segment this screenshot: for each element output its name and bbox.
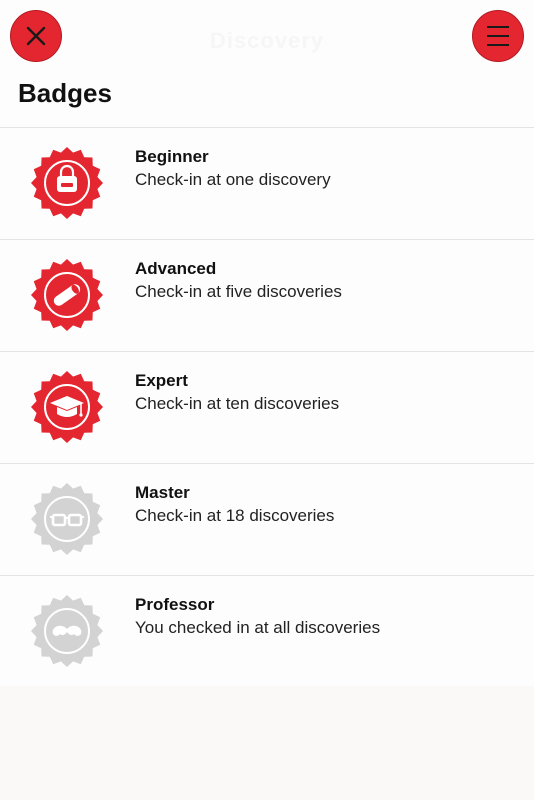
badge-description: Check-in at ten discoveries xyxy=(135,394,340,413)
graduation-cap-icon xyxy=(31,371,103,443)
badge-title: Advanced xyxy=(135,259,217,278)
hamburger-menu-icon xyxy=(487,26,509,46)
glasses-icon xyxy=(31,483,103,555)
badge-row-expert[interactable]: Expert Check-in at ten discoveries xyxy=(0,351,534,463)
badge-list: Beginner Check-in at one discovery Advan… xyxy=(0,127,534,687)
backpack-icon xyxy=(31,147,103,219)
badge-title: Beginner xyxy=(135,147,209,166)
badge-description: Check-in at one discovery xyxy=(135,170,331,189)
badge-description: You checked in at all discoveries xyxy=(135,618,381,637)
badge-title: Master xyxy=(135,483,190,502)
badge-description: Check-in at 18 discoveries xyxy=(135,506,335,525)
badge-seal xyxy=(30,146,104,220)
badge-description: Check-in at five discoveries xyxy=(135,282,342,301)
badge-row-master[interactable]: Master Check-in at 18 discoveries xyxy=(0,463,534,575)
bottom-panel xyxy=(0,686,534,800)
badge-row-beginner[interactable]: Beginner Check-in at one discovery xyxy=(0,127,534,239)
badge-title: Expert xyxy=(135,371,188,390)
menu-button[interactable] xyxy=(472,10,524,62)
badge-title: Professor xyxy=(135,595,215,614)
badge-seal xyxy=(30,482,104,556)
badge-row-professor[interactable]: Professor You checked in at all discover… xyxy=(0,575,534,687)
mustache-icon xyxy=(31,595,103,667)
badge-row-advanced[interactable]: Advanced Check-in at five discoveries xyxy=(0,239,534,351)
app-title: Discovery xyxy=(209,28,325,53)
diploma-icon xyxy=(31,259,103,331)
page-title: Badges xyxy=(18,78,112,108)
badge-seal xyxy=(30,370,104,444)
top-bar: Discovery xyxy=(0,0,534,76)
badge-seal xyxy=(30,594,104,668)
badge-seal xyxy=(30,258,104,332)
